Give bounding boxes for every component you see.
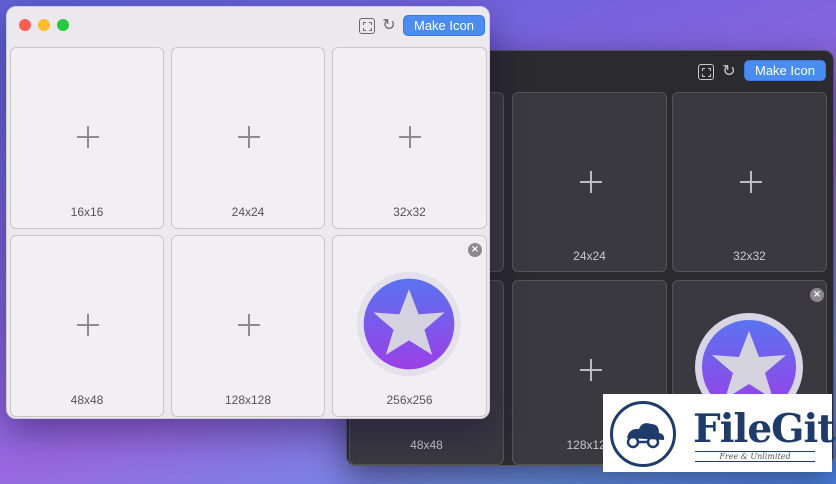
expand-icon[interactable] bbox=[698, 64, 714, 80]
zoom-window-button[interactable] bbox=[57, 19, 69, 31]
make-icon-button[interactable]: Make Icon bbox=[403, 15, 485, 36]
slot-size-label: 24x24 bbox=[573, 249, 606, 263]
filegit-watermark: FileGit Free & Unlimited bbox=[603, 394, 835, 472]
icon-slot-32[interactable]: 32x32 bbox=[672, 92, 827, 272]
slot-size-label: 32x32 bbox=[733, 249, 766, 263]
slot-size-label: 48x48 bbox=[70, 393, 104, 407]
slot-size-label: 24x24 bbox=[231, 205, 265, 219]
star-app-icon bbox=[356, 271, 462, 377]
add-plus-icon bbox=[399, 126, 421, 148]
watermark-brand-text: FileGit bbox=[693, 406, 835, 452]
add-plus-icon bbox=[77, 126, 99, 148]
slot-size-label: 48x48 bbox=[410, 438, 443, 452]
icon-slot-16[interactable]: 16x16 bbox=[10, 47, 164, 229]
add-plus-icon bbox=[580, 359, 602, 381]
close-window-button[interactable] bbox=[19, 19, 31, 31]
close-circle-icon[interactable]: × bbox=[468, 243, 482, 257]
slot-size-label: 16x16 bbox=[70, 205, 104, 219]
icon-slot-128[interactable]: 128x128 bbox=[171, 235, 325, 417]
minimize-window-button[interactable] bbox=[38, 19, 50, 31]
watermark-tagline: Free & Unlimited bbox=[695, 451, 815, 462]
add-plus-icon bbox=[77, 314, 99, 336]
add-plus-icon bbox=[740, 171, 762, 193]
close-circle-icon[interactable]: × bbox=[810, 288, 824, 302]
refresh-icon[interactable]: ↻ bbox=[721, 63, 737, 79]
icon-slot-24[interactable]: 24x24 bbox=[512, 92, 667, 272]
slot-size-label: 128x128 bbox=[224, 393, 272, 407]
icon-slot-32[interactable]: 32x32 bbox=[332, 47, 487, 229]
icon-slot-24[interactable]: 24x24 bbox=[171, 47, 325, 229]
add-plus-icon bbox=[238, 314, 260, 336]
light-mode-window: ↻ Make Icon 16x16 24x24 32x32 48x48 128x… bbox=[6, 6, 490, 419]
make-icon-button[interactable]: Make Icon bbox=[744, 60, 826, 81]
add-plus-icon bbox=[580, 171, 602, 193]
filegit-logo-icon bbox=[610, 401, 676, 467]
icon-slot-48[interactable]: 48x48 bbox=[10, 235, 164, 417]
expand-icon[interactable] bbox=[359, 18, 375, 34]
icon-slot-256[interactable]: × 256x256 bbox=[332, 235, 487, 417]
slot-size-label: 256x256 bbox=[386, 393, 433, 407]
add-plus-icon bbox=[238, 126, 260, 148]
slot-size-label: 32x32 bbox=[393, 205, 426, 219]
refresh-icon[interactable]: ↻ bbox=[381, 17, 397, 33]
